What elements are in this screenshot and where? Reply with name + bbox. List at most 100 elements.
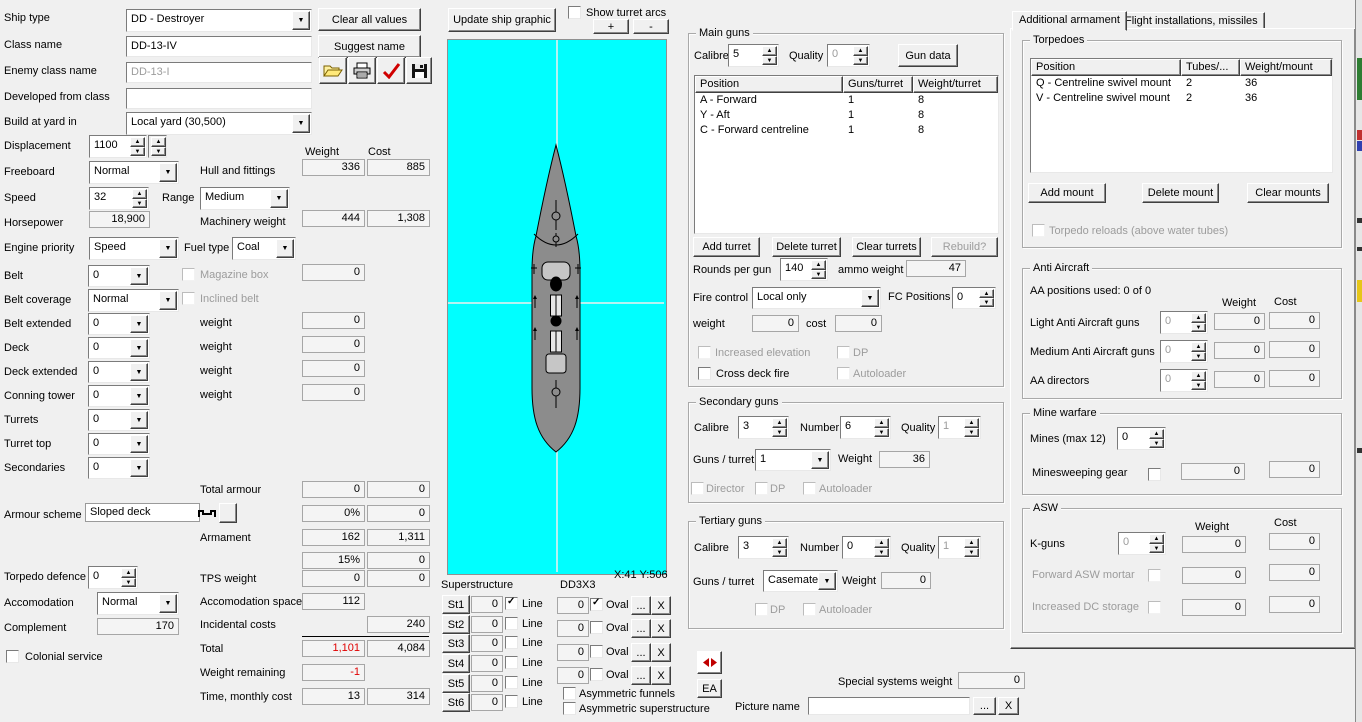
chevron-down-icon[interactable]: ▼ — [159, 163, 177, 182]
torpedo-defence-spinner[interactable]: 0 ▲ ▼ — [88, 566, 138, 589]
chevron-down-icon[interactable]: ▼ — [159, 239, 177, 258]
st6-button[interactable]: St6 — [442, 693, 470, 712]
sg-calibre-spinner[interactable]: 3 ▲ ▼ — [738, 416, 789, 439]
st3-line-checkbox[interactable] — [505, 636, 518, 649]
clear-all-values-button[interactable]: Clear all values — [318, 8, 421, 31]
spinner-arrows-icon[interactable]: ▲ ▼ — [811, 260, 826, 279]
spinner-arrows-icon[interactable]: ▲ ▼ — [130, 137, 145, 156]
spinner-arrows-icon[interactable]: ▲ ▼ — [1149, 534, 1164, 553]
turret-top-dropdown[interactable]: 0 ▼ — [88, 433, 150, 455]
save-button[interactable] — [406, 57, 432, 84]
mg-quality-spinner[interactable]: 0 ▲ ▼ — [827, 44, 870, 67]
spinner-arrows-icon[interactable]: ▲ ▼ — [1149, 429, 1164, 448]
table-row[interactable]: Y - Aft 1 8 — [695, 108, 998, 123]
chevron-down-icon[interactable]: ▼ — [292, 11, 310, 30]
light-aa-spinner[interactable]: 0 ▲ ▼ — [1160, 311, 1208, 334]
torpedo-mounts-table[interactable]: Position Tubes/... Weight/mount Q - Centre… — [1030, 58, 1333, 173]
picture-name-input[interactable] — [808, 697, 970, 715]
oval3-delete-button[interactable]: X — [651, 643, 671, 662]
add-turret-button[interactable]: Add turret — [693, 237, 760, 257]
st5-button[interactable]: St5 — [442, 674, 470, 693]
delete-turret-button[interactable]: Delete turret — [772, 237, 841, 257]
tab-additional-armament[interactable]: Additional armament — [1012, 11, 1127, 31]
armour-scheme-button[interactable] — [219, 503, 237, 523]
delete-mount-button[interactable]: Delete mount — [1142, 183, 1219, 203]
oval2-checkbox[interactable] — [590, 621, 603, 634]
chevron-down-icon[interactable]: ▼ — [130, 363, 148, 381]
ship-type-dropdown[interactable]: DD - Destroyer ▼ — [126, 9, 312, 32]
displacement-fine-spinner[interactable]: ▲ ▼ — [148, 135, 167, 158]
zoom-out-button[interactable]: - — [633, 19, 669, 34]
clear-mounts-button[interactable]: Clear mounts — [1247, 183, 1329, 203]
oval2-more-button[interactable]: ... — [631, 619, 651, 638]
chevron-down-icon[interactable]: ▼ — [270, 189, 288, 208]
st1-line-checkbox[interactable] — [505, 596, 518, 610]
chevron-down-icon[interactable]: ▼ — [159, 594, 177, 613]
chevron-down-icon[interactable]: ▼ — [130, 411, 148, 429]
st4-button[interactable]: St4 — [442, 654, 470, 673]
spinner-arrows-icon[interactable]: ▲ ▼ — [874, 418, 889, 437]
spinner-arrows-icon[interactable]: ▲ ▼ — [874, 538, 889, 557]
chevron-down-icon[interactable]: ▼ — [130, 267, 148, 285]
cross-deck-fire-checkbox[interactable] — [698, 367, 711, 380]
chevron-down-icon[interactable]: ▼ — [159, 291, 177, 310]
spinner-arrows-icon[interactable]: ▲ ▼ — [121, 568, 136, 587]
range-dropdown[interactable]: Medium ▼ — [200, 187, 290, 210]
spinner-arrows-icon[interactable]: ▲ ▼ — [151, 137, 166, 156]
spinner-arrows-icon[interactable]: ▲ ▼ — [1191, 342, 1206, 361]
spinner-arrows-icon[interactable]: ▲ ▼ — [853, 46, 868, 65]
rounds-per-gun-spinner[interactable]: 140 ▲ ▼ — [780, 258, 828, 281]
mg-calibre-spinner[interactable]: 5 ▲ ▼ — [728, 44, 779, 67]
chevron-down-icon[interactable]: ▼ — [276, 239, 294, 258]
oval3-checkbox[interactable] — [590, 645, 603, 658]
aa-directors-spinner[interactable]: 0 ▲ ▼ — [1160, 369, 1208, 392]
chevron-down-icon[interactable]: ▼ — [130, 387, 148, 405]
spinner-arrows-icon[interactable]: ▲ ▼ — [772, 418, 787, 437]
st5-line-checkbox[interactable] — [505, 676, 518, 689]
open-file-button[interactable] — [319, 57, 347, 84]
mines-spinner[interactable]: 0 ▲ ▼ — [1117, 427, 1166, 450]
show-turret-arcs-checkbox[interactable] — [568, 6, 581, 19]
class-name-input[interactable]: DD-13-IV — [126, 36, 312, 57]
chevron-down-icon[interactable]: ▼ — [130, 315, 148, 333]
chevron-down-icon[interactable]: ▼ — [811, 451, 829, 469]
chevron-down-icon[interactable]: ▼ — [130, 459, 148, 477]
minesweeping-gear-checkbox[interactable] — [1148, 468, 1161, 481]
oval1-more-button[interactable]: ... — [631, 596, 651, 615]
belt-coverage-dropdown[interactable]: Normal ▼ — [88, 289, 179, 312]
tg-calibre-spinner[interactable]: 3 ▲ ▼ — [738, 536, 789, 559]
chevron-down-icon[interactable]: ▼ — [861, 289, 879, 307]
oval4-more-button[interactable]: ... — [631, 666, 651, 685]
asymmetric-funnels-checkbox[interactable] — [563, 687, 576, 700]
st4-line-checkbox[interactable] — [505, 656, 518, 669]
picture-clear-button[interactable]: X — [998, 697, 1019, 715]
kguns-spinner[interactable]: 0 ▲ ▼ — [1118, 532, 1166, 555]
spinner-arrows-icon[interactable]: ▲ ▼ — [132, 189, 147, 208]
spinner-arrows-icon[interactable]: ▲ ▼ — [772, 538, 787, 557]
ship-graphic-canvas[interactable] — [447, 39, 667, 575]
asymmetric-superstructure-checkbox[interactable] — [563, 702, 576, 715]
build-yard-dropdown[interactable]: Local yard (30,500) ▼ — [126, 112, 312, 135]
main-guns-table[interactable]: Position Guns/turret Weight/turret A - For… — [694, 75, 999, 234]
secondaries-dropdown[interactable]: 0 ▼ — [88, 457, 150, 479]
fire-control-dropdown[interactable]: Local only ▼ — [752, 287, 881, 309]
chevron-down-icon[interactable]: ▼ — [130, 339, 148, 357]
sg-guns-per-turret-dropdown[interactable]: 1 ▼ — [755, 449, 831, 471]
spinner-arrows-icon[interactable]: ▲ ▼ — [1191, 371, 1206, 390]
oval1-checkbox[interactable] — [590, 597, 603, 611]
accomodation-dropdown[interactable]: Normal ▼ — [97, 592, 179, 615]
sg-quality-spinner[interactable]: 1 ▲ ▼ — [938, 416, 981, 439]
table-row[interactable]: A - Forward 1 8 — [695, 93, 998, 108]
swap-sides-button[interactable] — [697, 651, 722, 674]
conning-tower-dropdown[interactable]: 0 ▼ — [88, 385, 150, 407]
clear-turrets-button[interactable]: Clear turrets — [852, 237, 921, 257]
spinner-arrows-icon[interactable]: ▲ ▼ — [964, 418, 979, 437]
sg-number-spinner[interactable]: 6 ▲ ▼ — [840, 416, 891, 439]
st2-line-checkbox[interactable] — [505, 617, 518, 630]
chevron-down-icon[interactable]: ▼ — [818, 572, 836, 590]
oval4-checkbox[interactable] — [590, 668, 603, 681]
print-button[interactable] — [348, 57, 376, 84]
colonial-service-checkbox[interactable] — [6, 650, 19, 663]
ea-button[interactable]: EA — [697, 679, 722, 698]
deck-dropdown[interactable]: 0 ▼ — [88, 337, 150, 359]
